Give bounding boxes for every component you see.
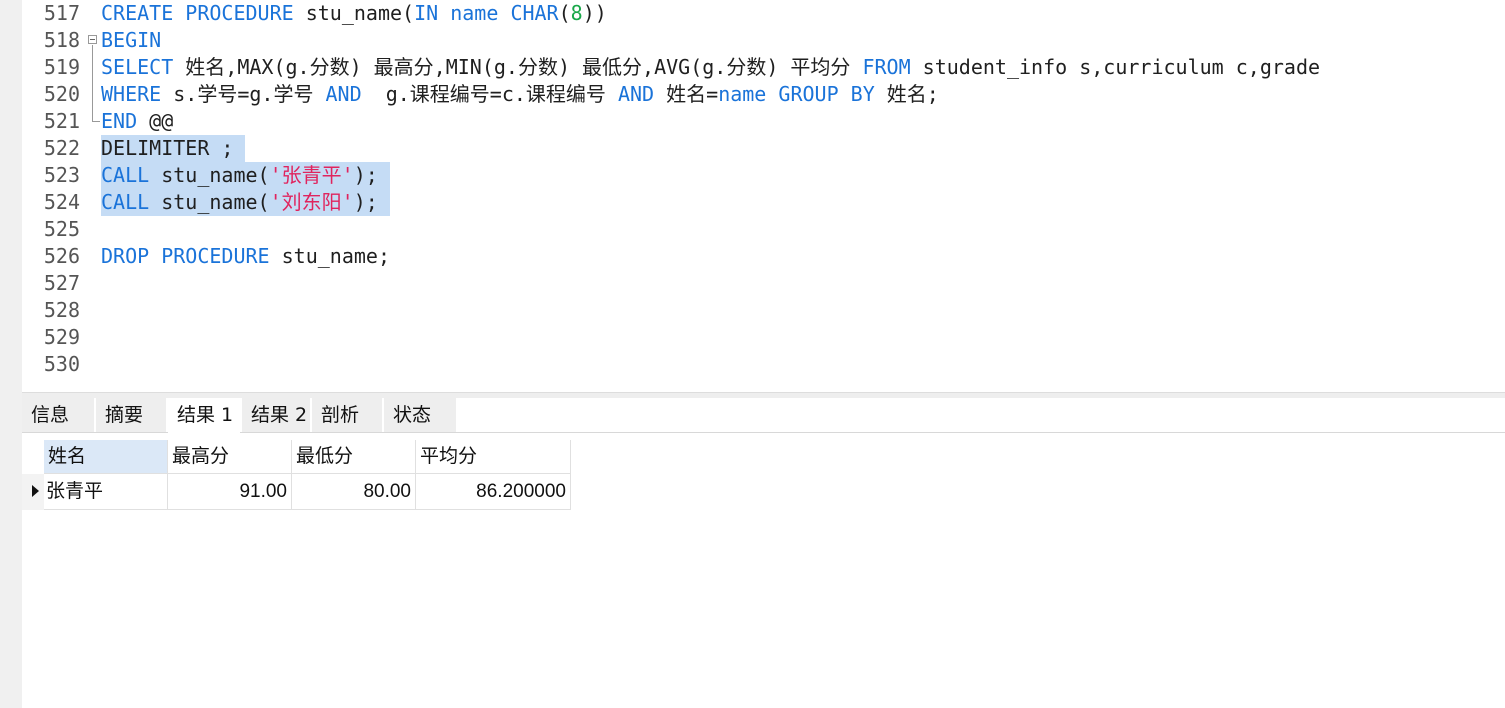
column-header[interactable]: 最低分 — [292, 440, 416, 474]
table-cell[interactable]: 张青平 — [44, 474, 168, 510]
sql-keyword: SELECT — [101, 55, 174, 79]
tab-5[interactable]: 剖析 — [312, 398, 382, 432]
sql-keyword: AND — [617, 82, 655, 106]
table-cell[interactable]: 86.200000 — [416, 474, 571, 510]
sql-text: 姓名; — [874, 82, 939, 106]
left-panel-edge — [0, 0, 22, 708]
sql-text: )) — [582, 1, 607, 25]
line-number: 524 — [43, 190, 80, 214]
sql-text: ); — [353, 163, 378, 187]
code-text: CREATE PROCEDURE stu_name(IN name CHAR(8… — [101, 0, 607, 27]
line-number: 529 — [43, 325, 80, 349]
tab-1[interactable]: 信息 — [22, 398, 94, 432]
selected-code-text: CALL stu_name('刘东阳'); — [101, 189, 390, 216]
sql-keyword: name — [718, 82, 767, 106]
sql-keyword: CALL — [101, 163, 150, 187]
tab-6[interactable]: 状态 — [384, 398, 456, 432]
sql-editor[interactable]: 517 CREATE PROCEDURE stu_name(IN name CHA… — [22, 0, 1505, 392]
line-number: 521 — [43, 109, 80, 133]
line-number: 519 — [43, 55, 80, 79]
sql-keyword: FROM — [862, 55, 911, 79]
sql-text: DELIMITER ; — [101, 136, 234, 160]
code-line[interactable]: 528 — [22, 297, 1505, 324]
code-text: DROP PROCEDURE stu_name; — [101, 243, 390, 270]
column-header[interactable]: 平均分 — [416, 440, 571, 474]
sql-string: '张青平' — [269, 163, 354, 187]
sql-keyword: END — [101, 109, 138, 133]
sql-text: 姓名= — [654, 82, 719, 106]
code-line[interactable]: 520 WHERE s.学号=g.学号 AND g.课程编号=c.课程编号 AND… — [22, 81, 1505, 108]
current-row-arrow-icon — [32, 485, 39, 497]
code-line[interactable]: 519 SELECT 姓名,MAX(g.分数) 最高分,MIN(g.分数) 最低分… — [22, 54, 1505, 81]
sql-text: student_info s,curriculum c,grade — [910, 55, 1321, 79]
column-header[interactable]: 姓名 — [44, 440, 168, 474]
code-text: END @@ — [101, 108, 173, 135]
sql-keyword: DROP PROCEDURE — [101, 244, 270, 268]
row-indicator — [22, 474, 44, 510]
sql-text: stu_name; — [269, 244, 390, 268]
line-number: 530 — [43, 352, 80, 376]
line-number: 527 — [43, 271, 80, 295]
sql-text: s.学号=g.学号 — [161, 82, 326, 106]
code-line[interactable]: 527 — [22, 270, 1505, 297]
code-line[interactable]: 523 CALL stu_name('张青平'); — [22, 162, 1505, 189]
sql-string: '刘东阳' — [269, 190, 354, 214]
code-line[interactable]: 518 BEGIN — [22, 27, 1505, 54]
line-number: 518 — [43, 28, 80, 52]
code-line[interactable]: 521 END @@ — [22, 108, 1505, 135]
table-cell[interactable]: 91.00 — [168, 474, 292, 510]
column-header[interactable]: 最高分 — [168, 440, 292, 474]
line-number: 526 — [43, 244, 80, 268]
sql-text: 姓名,MAX(g.分数) 最高分,MIN(g.分数) 最低分,AVG(g.分数)… — [173, 55, 863, 79]
code-line[interactable]: 517 CREATE PROCEDURE stu_name(IN name CHA… — [22, 0, 1505, 27]
code-text: SELECT 姓名,MAX(g.分数) 最高分,MIN(g.分数) 最低分,AV… — [101, 54, 1320, 81]
sql-keyword: CREATE PROCEDURE — [101, 1, 294, 25]
line-number: 520 — [43, 82, 80, 106]
sql-keyword: GROUP BY — [778, 82, 875, 106]
sql-keyword: WHERE — [101, 82, 162, 106]
tab-3[interactable]: 结果 1 — [168, 398, 240, 433]
sql-keyword: CALL — [101, 190, 150, 214]
sql-keyword: CHAR — [510, 1, 559, 25]
table-cell[interactable]: 80.00 — [292, 474, 416, 510]
sql-text: ( — [558, 1, 571, 25]
code-line[interactable]: 525 — [22, 216, 1505, 243]
line-number: 528 — [43, 298, 80, 322]
code-line[interactable]: 526 DROP PROCEDURE stu_name; — [22, 243, 1505, 270]
sql-keyword: BEGIN — [101, 28, 162, 52]
sql-text: g.课程编号=c.课程编号 — [361, 82, 618, 106]
tab-4[interactable]: 结果 2 — [242, 398, 310, 432]
sql-keyword: AND — [325, 82, 362, 106]
code-line[interactable]: 530 — [22, 351, 1505, 378]
line-number: 525 — [43, 217, 80, 241]
code-line[interactable]: 524 CALL stu_name('刘东阳'); — [22, 189, 1505, 216]
sql-text: stu_name( — [149, 190, 270, 214]
code-line[interactable]: 529 — [22, 324, 1505, 351]
code-text: WHERE s.学号=g.学号 AND g.课程编号=c.课程编号 AND 姓名… — [101, 81, 939, 108]
code-text: BEGIN — [101, 27, 161, 54]
line-number: 522 — [43, 136, 80, 160]
sql-text: stu_name( — [149, 163, 270, 187]
selected-code-text: CALL stu_name('张青平'); — [101, 162, 390, 189]
code-line[interactable]: 522 DELIMITER ; — [22, 135, 1505, 162]
selected-code-text: DELIMITER ; — [101, 135, 246, 162]
line-number: 517 — [43, 1, 80, 25]
line-number: 523 — [43, 163, 80, 187]
sql-keyword: name — [450, 1, 499, 25]
sql-text: @@ — [137, 109, 174, 133]
result-tabs: 信息 摘要 结果 1 结果 2 剖析 状态 — [22, 398, 1505, 433]
sql-text: stu_name( — [293, 1, 415, 25]
tab-2[interactable]: 摘要 — [96, 398, 166, 432]
sql-text: ); — [353, 190, 378, 214]
sql-keyword: IN — [414, 1, 439, 25]
sql-number: 8 — [570, 1, 583, 25]
